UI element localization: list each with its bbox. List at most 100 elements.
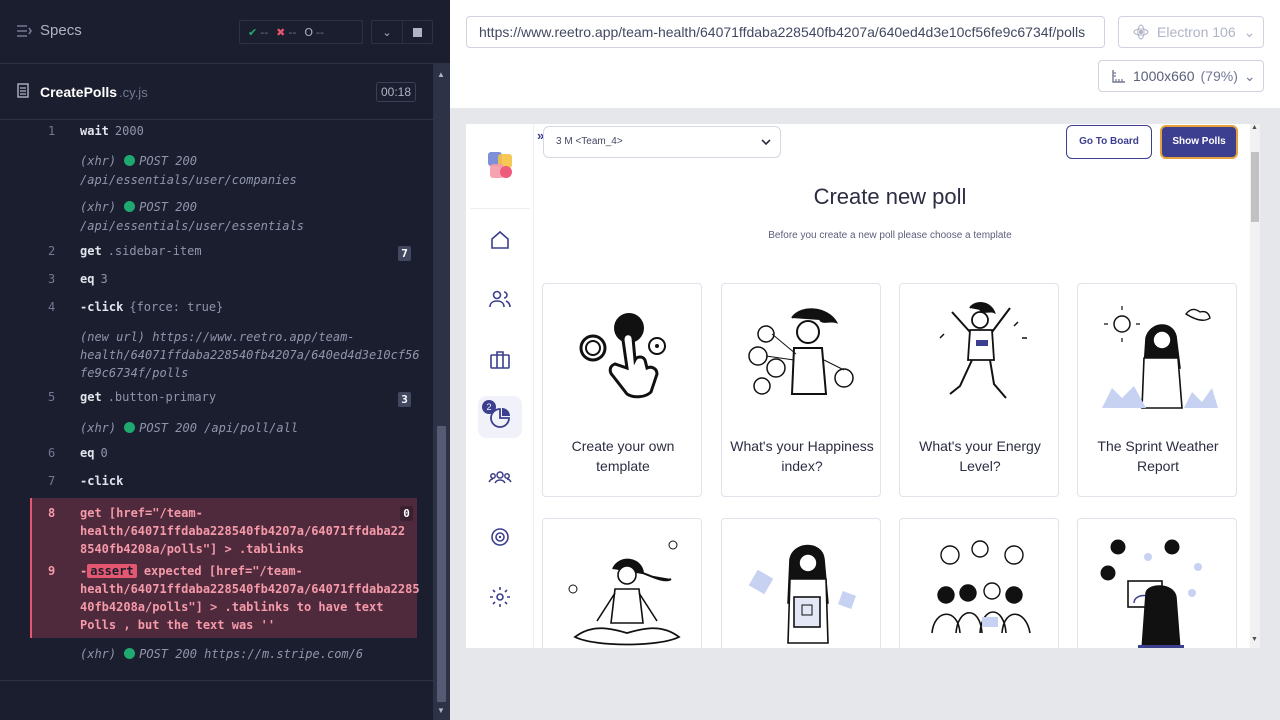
weather-illustration [1102, 306, 1218, 409]
card-label: What's your Energy Level? [919, 438, 1041, 474]
command-row[interactable]: (xhr) POST 200 /api/poll/all [30, 419, 417, 441]
command-label: -click [80, 300, 124, 314]
chevron-down-icon: ⌄ [1243, 23, 1256, 40]
page-title: Create new poll [813, 184, 967, 209]
users-icon[interactable] [488, 287, 512, 311]
command-row[interactable]: 8 get [href="/team- health/64071ffdaba22… [32, 502, 417, 558]
command-name: get .button-primary [80, 390, 216, 404]
template-card-energy[interactable]: What's your Energy Level? [899, 283, 1059, 497]
status-dot-icon [124, 201, 136, 212]
settings-icon[interactable] [488, 585, 512, 609]
hand-tap-illustration [579, 313, 666, 399]
page-subtitle: Before you create a new poll please choo… [768, 230, 1012, 241]
xhr-log: (xhr) POST 200/api/essentials/user/compan… [80, 152, 297, 190]
command-row[interactable]: 1 wait 2000 [30, 124, 417, 146]
test-stats: ✔ -- ✖ -- O -- [239, 20, 363, 44]
template-card[interactable] [1077, 518, 1237, 648]
viewport-selector[interactable]: 1000x660 (79%) ⌄ [1098, 60, 1264, 92]
template-card[interactable] [721, 518, 881, 648]
chevron-down-icon[interactable]: ⌄ [372, 21, 402, 43]
scroll-up-icon[interactable]: ▲ [437, 70, 445, 79]
team-icon[interactable] [488, 466, 512, 490]
app-scrollbar[interactable]: ▲ ▼ [1250, 124, 1260, 648]
command-row[interactable]: 6 eq 0 [30, 446, 417, 468]
command-row[interactable]: (xhr) POST 200/api/essentials/user/essent… [30, 198, 417, 238]
failed-count: -- [288, 25, 297, 39]
command-label: eq [80, 446, 95, 460]
scroll-down-icon[interactable]: ▼ [1251, 636, 1258, 643]
command-number: 9 [48, 564, 56, 578]
command-row[interactable]: 2 get .sidebar-item 7 [30, 244, 417, 266]
command-name: -click {force: true} [80, 300, 223, 314]
get-line: health/64071ffdaba228540fb4207a/64071ffd… [80, 524, 406, 538]
card-label: The Sprint Weather Report [1097, 438, 1219, 474]
scrollbar-thumb[interactable] [1251, 152, 1259, 222]
spec-file-name: CreatePolls [40, 84, 118, 100]
get-command-text: get [href="/team- health/64071ffdaba2285… [80, 504, 405, 558]
scroll-up-icon[interactable]: ▲ [1251, 124, 1258, 131]
aut-toolbar: https://www.reetro.app/team-health/64071… [450, 0, 1280, 108]
count-badge: 3 [398, 392, 411, 407]
xhr-log: (xhr) POST 200 /api/poll/all [80, 419, 298, 438]
assert-line: health/64071ffdaba228540fb4207a/64071ffd… [80, 582, 420, 596]
team-select[interactable]: 3 M <Team_4> [543, 126, 781, 158]
command-label: get [80, 390, 102, 404]
command-row[interactable]: 9 - assert expected [href="/team- health/… [32, 560, 420, 634]
show-polls-button[interactable]: Show Polls [1160, 125, 1238, 159]
template-card-weather[interactable]: The Sprint Weather Report [1077, 283, 1237, 497]
status-dot-icon [124, 422, 136, 433]
xhr-label: (xhr) [80, 200, 117, 214]
scroll-down-icon[interactable]: ▼ [437, 706, 445, 715]
home-icon[interactable] [488, 228, 512, 252]
command-row[interactable]: (xhr) POST 200 https://m.stripe.com/6 [30, 645, 417, 667]
xhr-method: POST 200 [139, 154, 197, 168]
browser-selector[interactable]: Electron 106 ⌄ [1118, 16, 1264, 48]
command-row[interactable]: 4 -click {force: true} [30, 300, 417, 322]
spec-header[interactable]: CreatePolls .cy.js 00:18 [0, 64, 433, 120]
xhr-label: (xhr) [80, 154, 117, 168]
command-name: eq 3 [80, 272, 108, 286]
viewport-scale: (79%) [1200, 68, 1238, 84]
document-icon [17, 83, 29, 98]
reader-illustration [748, 544, 856, 644]
xhr-label: (xhr) [80, 421, 117, 435]
specs-toggle[interactable]: Specs [16, 22, 82, 39]
go-to-board-button[interactable]: Go To Board [1066, 125, 1152, 159]
viewport-size: 1000x660 [1133, 68, 1195, 84]
command-name: get .sidebar-item [80, 244, 202, 258]
new-url-log: (new url) https://www.reetro.app/team- h… [80, 328, 420, 382]
assert-line: 40fb4208a/polls"] > .tablinks to have te… [80, 600, 384, 614]
command-number: 5 [48, 390, 56, 404]
url-bar[interactable]: https://www.reetro.app/team-health/64071… [466, 16, 1105, 48]
command-name: -click [80, 474, 129, 488]
command-row[interactable]: 7 -click [30, 474, 417, 496]
command-row[interactable]: 5 get .button-primary 3 [30, 390, 417, 412]
app-frame: 2 » 3 M <Team_4> Go To Board Show Polls … [466, 124, 1260, 648]
template-card[interactable] [542, 518, 702, 648]
command-number: 1 [48, 124, 56, 138]
command-arg: .button-primary [107, 390, 217, 404]
command-row[interactable]: 3 eq 3 [30, 272, 417, 294]
count-badge: 7 [398, 246, 411, 261]
chevron-down-icon: ⌄ [1243, 67, 1256, 84]
command-label: wait [80, 124, 109, 138]
runner-controls: ⌄ [371, 20, 433, 44]
template-card-happiness[interactable]: What's your Happiness index? [721, 283, 881, 497]
assert-line: expected [href="/team- [143, 564, 303, 578]
xhr-log: (xhr) POST 200/api/essentials/user/essent… [80, 198, 304, 236]
template-card[interactable] [899, 518, 1059, 648]
command-log-scrollbar[interactable]: ▲ ▼ [433, 64, 450, 720]
passed-count: -- [260, 25, 269, 39]
command-row[interactable]: (new url) https://www.reetro.app/team- h… [30, 328, 420, 384]
target-icon[interactable] [488, 525, 512, 549]
stop-icon[interactable] [401, 21, 432, 43]
command-arg: 0 [100, 446, 108, 460]
pending-count: -- [316, 25, 324, 39]
briefcase-icon[interactable] [488, 348, 512, 372]
spec-duration: 00:18 [376, 82, 416, 102]
template-card-custom[interactable]: Create your own template [542, 283, 702, 497]
spec-ext: .cy.js [119, 85, 148, 100]
command-row[interactable]: (xhr) POST 200/api/essentials/user/compan… [30, 152, 417, 192]
scrollbar-thumb[interactable] [437, 426, 446, 702]
failed-stat: ✖ -- [268, 26, 296, 39]
